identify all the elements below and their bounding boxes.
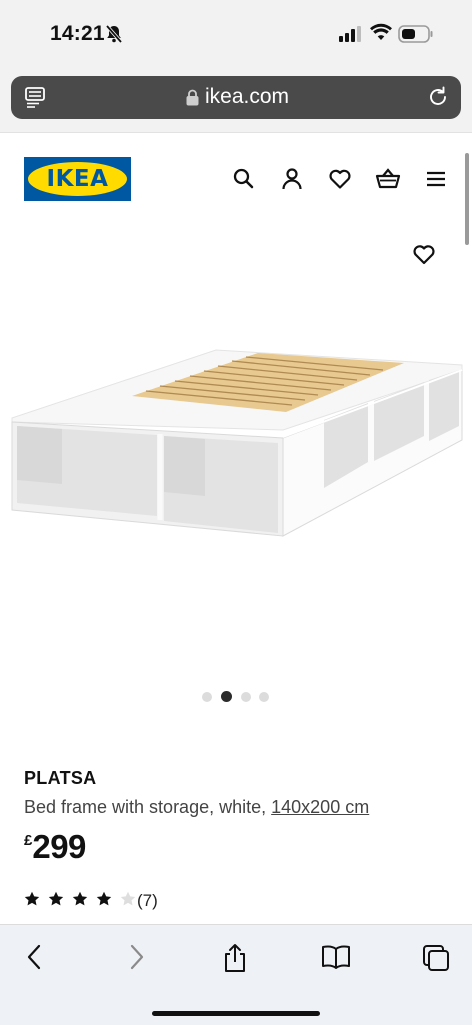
home-indicator: [152, 1011, 320, 1016]
star-empty-icon: [120, 891, 136, 912]
reader-icon[interactable]: [25, 87, 45, 114]
gallery-dot-4[interactable]: [259, 692, 269, 702]
favourites-icon[interactable]: [327, 166, 353, 192]
share-icon[interactable]: [222, 943, 248, 978]
forward-icon[interactable]: [125, 943, 147, 976]
product-description-text: Bed frame with storage, white,: [24, 797, 267, 817]
wifi-icon: [370, 23, 392, 46]
back-icon[interactable]: [24, 943, 46, 976]
lock-icon: [186, 89, 199, 111]
menu-icon[interactable]: [423, 166, 449, 192]
price-amount: 299: [32, 828, 86, 865]
status-time: 14:21: [50, 22, 105, 45]
product-name: PLATSA: [24, 768, 97, 788]
logo-text: IKEA: [46, 166, 109, 192]
product-price: £299: [24, 828, 86, 866]
reload-icon[interactable]: [427, 86, 449, 113]
url-text[interactable]: ikea.com: [205, 85, 289, 109]
search-icon[interactable]: [231, 166, 257, 192]
star-filled-icon: [48, 891, 64, 912]
address-bar[interactable]: ikea.com: [11, 76, 461, 119]
basket-icon[interactable]: [374, 166, 401, 192]
price-currency: £: [24, 832, 33, 849]
gallery-dot-1[interactable]: [202, 692, 212, 702]
product-image[interactable]: [0, 230, 472, 670]
heart-icon[interactable]: [411, 242, 437, 271]
product-description: Bed frame with storage, white, 140x200 c…: [24, 797, 369, 818]
gallery-dot-3[interactable]: [241, 692, 251, 702]
ikea-logo[interactable]: IKEA: [24, 157, 131, 201]
review-count[interactable]: (7): [137, 891, 158, 911]
star-filled-icon: [72, 891, 88, 912]
browser-top-bar: ikea.com: [0, 70, 472, 133]
bookmarks-icon[interactable]: [320, 943, 352, 976]
status-bar: 14:21: [0, 0, 472, 70]
tabs-icon[interactable]: [421, 943, 451, 978]
star-filled-icon: [96, 891, 112, 912]
account-icon[interactable]: [279, 166, 305, 192]
bell-slash-icon: [104, 24, 124, 49]
browser-toolbar: [0, 924, 472, 1025]
gallery-dot-2-active[interactable]: [221, 691, 232, 702]
star-filled-icon: [24, 891, 40, 912]
battery-icon: [398, 24, 434, 49]
signal-icon: [339, 26, 361, 47]
product-dimensions-link[interactable]: 140x200 cm: [271, 797, 369, 817]
